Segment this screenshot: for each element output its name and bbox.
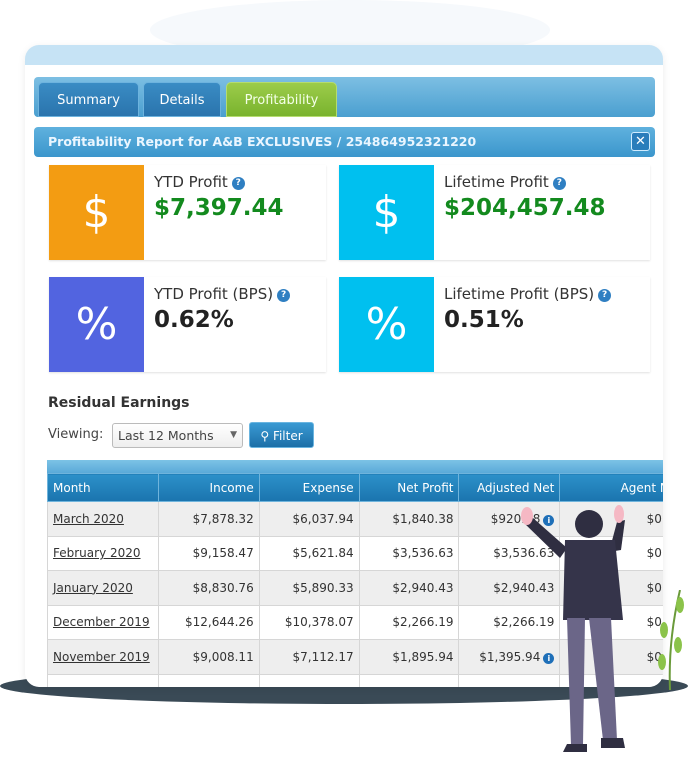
table-cell: $1,840.38 (358, 501, 460, 537)
report-header: Profitability Report for A&B EXCLUSIVES … (34, 127, 655, 157)
help-icon[interactable]: ? (598, 289, 612, 302)
stat-value: $204,457.48 (444, 195, 606, 221)
table-cell: March 2020 (47, 501, 159, 537)
stat-label: YTD Profit (BPS) (154, 285, 274, 303)
month-link[interactable]: March 2020 (53, 512, 124, 526)
stat-lifetime-profit: $ Lifetime Profit? $204,457.48 (339, 165, 650, 260)
search-icon: ⚲ (260, 429, 273, 443)
month-link[interactable]: December 2019 (53, 615, 150, 629)
table-cell: $9,158.47 (157, 535, 260, 571)
tab-bar: Summary Details Profitability (34, 77, 655, 117)
table-cell: $2,266.19 (358, 604, 460, 640)
stat-value: 0.62% (154, 307, 234, 333)
stat-value: 0.51% (444, 307, 524, 333)
dollar-icon: $ (49, 165, 144, 260)
table-cell (358, 673, 460, 687)
table-cell: $12,644.26 (157, 604, 260, 640)
table-cell (47, 673, 159, 687)
cell-value: $3,536.63 (392, 546, 454, 561)
stat-value: $7,397.44 (154, 195, 284, 221)
stat-ytd-profit-bps: % YTD Profit (BPS)? 0.62% (49, 277, 326, 372)
table-cell: $1,895.94 (358, 639, 460, 675)
tab-summary[interactable]: Summary (38, 82, 139, 117)
chevron-down-icon: ▼ (230, 430, 237, 440)
column-header[interactable]: Income (157, 473, 260, 502)
stat-label: YTD Profit (154, 173, 228, 191)
cell-value: $7,878.32 (192, 511, 254, 526)
table-cell: February 2020 (47, 535, 159, 571)
help-icon[interactable]: ? (277, 289, 291, 302)
cell-value: $7,112.17 (292, 649, 354, 664)
table-cell (157, 673, 260, 687)
help-icon[interactable]: ? (231, 177, 245, 190)
cell-value: $0.00 (646, 511, 663, 526)
tab-profitability[interactable]: Profitability (226, 82, 337, 117)
table-cell: $6,037.94 (258, 501, 360, 537)
cell-value: $10,378.07 (284, 615, 354, 630)
cell-value: $5,890.33 (292, 580, 354, 595)
table-cell: December 2019 (47, 604, 159, 640)
column-header[interactable]: Adjusted Net (458, 473, 561, 502)
stat-label: Lifetime Profit (BPS) (444, 285, 595, 303)
section-title: Residual Earnings (48, 395, 190, 411)
table-cell: $8,830.76 (157, 570, 260, 606)
select-value: Last 12 Months (118, 428, 214, 443)
table-cell: $7,112.17 (258, 639, 360, 675)
cell-value: $6,037.94 (292, 511, 354, 526)
table-cell: $5,890.33 (258, 570, 360, 606)
month-link[interactable]: November 2019 (53, 650, 150, 664)
month-link[interactable]: February 2020 (53, 546, 141, 560)
month-link[interactable]: January 2020 (53, 581, 133, 595)
filter-label: Filter (272, 429, 303, 443)
cell-value: $1,840.38 (392, 511, 454, 526)
table-cell: $9,008.11 (157, 639, 260, 675)
column-header[interactable]: Net Profit (358, 473, 460, 502)
cell-value: $2,940.43 (392, 580, 454, 595)
cell-value: $5,621.84 (292, 546, 354, 561)
cell-value: $1,895.94 (392, 649, 454, 664)
percent-icon: % (49, 277, 144, 372)
column-header[interactable]: Month (47, 473, 159, 502)
tab-details[interactable]: Details (143, 82, 221, 117)
report-title: Profitability Report for A&B EXCLUSIVES … (48, 134, 477, 149)
cell-value: $2,266.19 (392, 615, 454, 630)
help-icon[interactable]: ? (552, 177, 566, 190)
close-icon[interactable]: ✕ (631, 132, 650, 151)
stat-ytd-profit: $ YTD Profit? $7,397.44 (49, 165, 326, 260)
table-cell: $7,878.32 (157, 501, 260, 537)
cell-value: $9,008.11 (192, 649, 254, 664)
column-header[interactable]: Agent Net (559, 473, 663, 502)
person-illustration (521, 505, 625, 752)
filter-button[interactable]: ⚲ Filter (249, 422, 314, 448)
cell-value: $8,830.76 (192, 580, 254, 595)
cell-value: $9,158.47 (192, 546, 254, 561)
stat-lifetime-profit-bps: % Lifetime Profit (BPS)? 0.51% (339, 277, 650, 372)
dollar-icon: $ (339, 165, 434, 260)
stat-label: Lifetime Profit (444, 173, 549, 191)
table-cell (258, 673, 360, 687)
percent-icon: % (339, 277, 434, 372)
period-select[interactable]: Last 12 Months ▼ (112, 423, 243, 448)
column-header[interactable]: Expense (258, 473, 360, 502)
cell-value: $0.00 (646, 546, 663, 561)
table-cell: $3,536.63 (358, 535, 460, 571)
table-cell: $5,621.84 (258, 535, 360, 571)
window-top-band (25, 45, 663, 65)
plant-illustration (658, 590, 684, 690)
table-cell: $10,378.07 (258, 604, 360, 640)
table-cell: $2,940.43 (358, 570, 460, 606)
viewing-label: Viewing: (48, 427, 104, 442)
table-cell: January 2020 (47, 570, 159, 606)
table-cell: November 2019 (47, 639, 159, 675)
cell-value: $12,644.26 (184, 615, 254, 630)
